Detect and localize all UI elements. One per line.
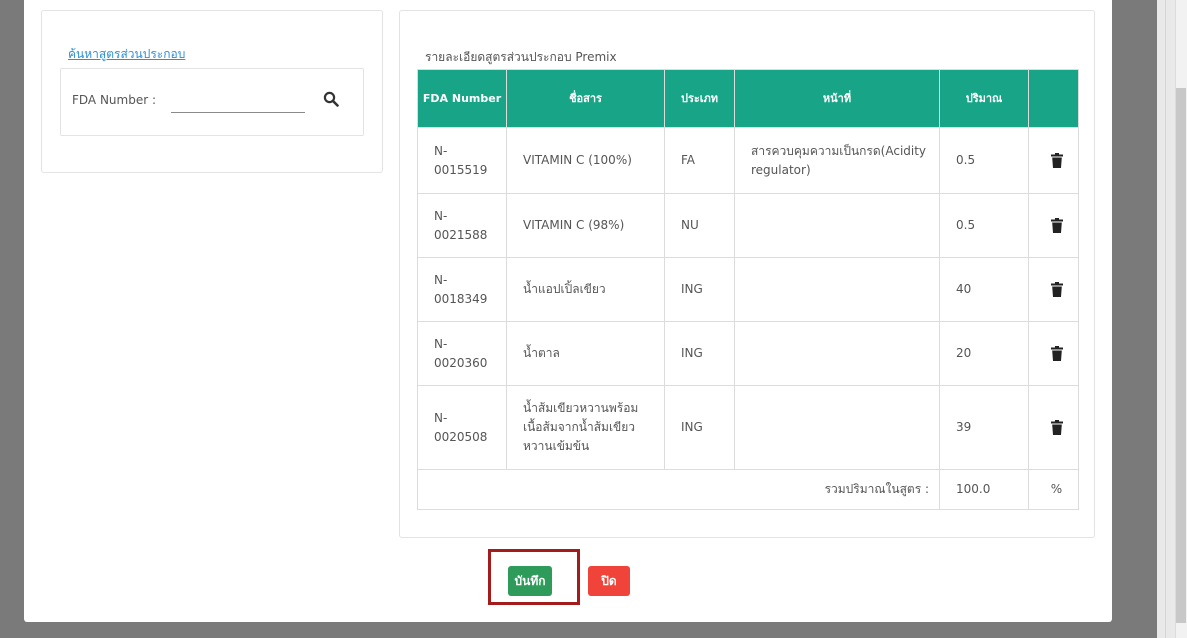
cell-function: สารควบคุมความเป็นกรด(Acidity regulator) (734, 127, 940, 194)
total-label: รวมปริมาณในสูตร : (417, 469, 940, 510)
close-button[interactable]: ปิด (588, 566, 630, 596)
cell-amount: 0.5 (939, 127, 1029, 194)
fda-number-label: FDA Number : (72, 93, 157, 107)
cell-function (734, 257, 940, 322)
search-formula-link[interactable]: ค้นหาสูตรส่วนประกอบ (68, 45, 185, 64)
total-unit: % (1028, 469, 1079, 510)
cell-delete (1028, 385, 1079, 470)
cell-name: VITAMIN C (100%) (506, 127, 665, 194)
cell-name: น้ำแอปเปิ้ลเขียว (506, 257, 665, 322)
cell-amount: 39 (939, 385, 1029, 470)
table-header-row: FDA Number ชื่อสาร ประเภท หน้าที่ ปริมาณ (417, 69, 1079, 128)
cell-type: FA (664, 127, 735, 194)
cell-type: NU (664, 193, 735, 258)
cell-delete (1028, 257, 1079, 322)
cell-fda-number: N-0018349 (417, 257, 507, 322)
cell-type: ING (664, 257, 735, 322)
trash-icon[interactable] (1050, 420, 1063, 435)
cell-type: ING (664, 385, 735, 470)
save-button[interactable]: บันทึก (508, 566, 552, 596)
cell-amount: 40 (939, 257, 1029, 322)
table-row: N-0015519 VITAMIN C (100%) FA สารควบคุมค… (417, 127, 1079, 194)
premix-detail-panel: รายละเอียดสูตรส่วนประกอบ Premix FDA Numb… (399, 10, 1095, 538)
cell-function (734, 321, 940, 386)
cell-amount: 0.5 (939, 193, 1029, 258)
ingredients-table: FDA Number ชื่อสาร ประเภท หน้าที่ ปริมาณ… (417, 69, 1079, 510)
fda-number-input[interactable] (171, 91, 305, 113)
cell-name: น้ำส้มเขียวหวานพร้อมเนื้อส้มจากน้ำส้มเขี… (506, 385, 665, 470)
col-header-type: ประเภท (664, 69, 735, 128)
strip-divider (1165, 0, 1166, 638)
col-header-actions (1028, 69, 1079, 128)
cell-fda-number: N-0015519 (417, 127, 507, 194)
cell-amount: 20 (939, 321, 1029, 386)
trash-icon[interactable] (1050, 153, 1063, 168)
trash-icon[interactable] (1050, 346, 1063, 361)
search-panel: ค้นหาสูตรส่วนประกอบ FDA Number : (41, 10, 383, 173)
cell-fda-number: N-0020360 (417, 321, 507, 386)
cell-function (734, 193, 940, 258)
cell-name: น้ำตาล (506, 321, 665, 386)
col-header-fda-number: FDA Number (417, 69, 507, 128)
cell-fda-number: N-0020508 (417, 385, 507, 470)
cell-fda-number: N-0021588 (417, 193, 507, 258)
cell-name: VITAMIN C (98%) (506, 193, 665, 258)
cell-function (734, 385, 940, 470)
col-header-name: ชื่อสาร (506, 69, 665, 128)
col-header-amount: ปริมาณ (939, 69, 1029, 128)
cell-delete (1028, 321, 1079, 386)
cell-type: ING (664, 321, 735, 386)
table-row: N-0018349 น้ำแอปเปิ้ลเขียว ING 40 (417, 257, 1079, 322)
scrollbar-thumb[interactable] (1176, 88, 1186, 623)
table-row: N-0020360 น้ำตาล ING 20 (417, 321, 1079, 386)
total-row: รวมปริมาณในสูตร : 100.0 % (417, 469, 1079, 510)
cell-delete (1028, 193, 1079, 258)
table-row: N-0020508 น้ำส้มเขียวหวานพร้อมเนื้อส้มจา… (417, 385, 1079, 470)
cell-delete (1028, 127, 1079, 194)
panel-title: รายละเอียดสูตรส่วนประกอบ Premix (425, 50, 617, 64)
trash-icon[interactable] (1050, 218, 1063, 233)
search-icon[interactable] (323, 91, 339, 107)
total-value: 100.0 (939, 469, 1029, 510)
table-row: N-0021588 VITAMIN C (98%) NU 0.5 (417, 193, 1079, 258)
trash-icon[interactable] (1050, 282, 1063, 297)
col-header-function: หน้าที่ (734, 69, 940, 128)
fda-search-box: FDA Number : (60, 68, 364, 136)
